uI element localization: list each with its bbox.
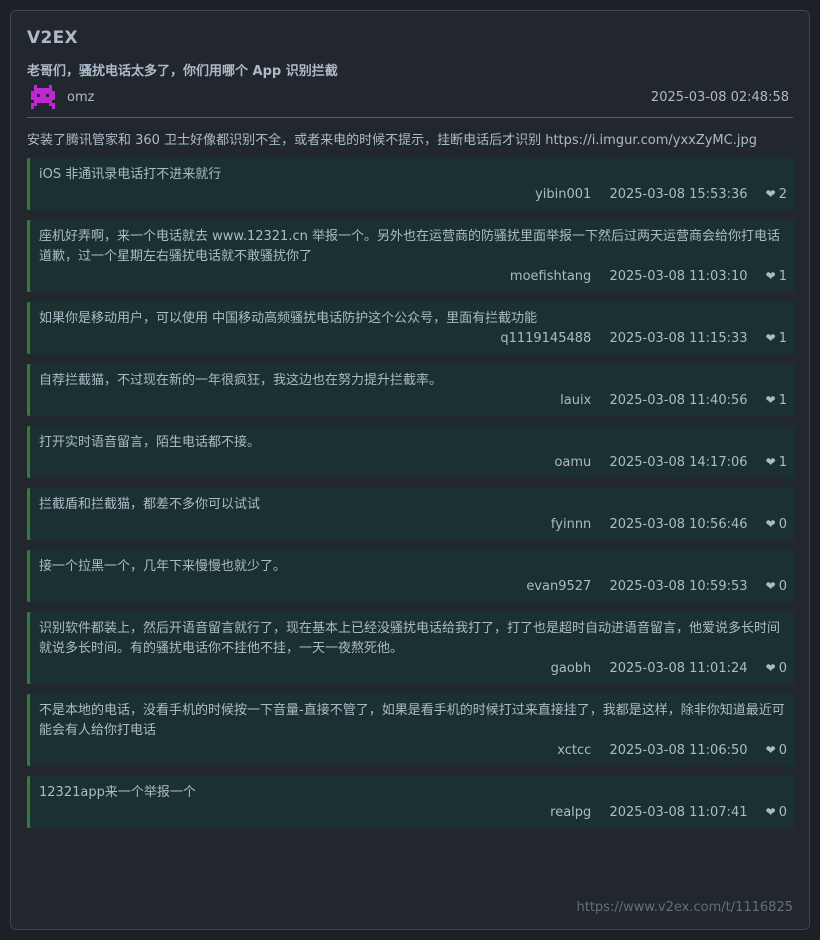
reply-likes[interactable]: ❤ 0 <box>766 577 787 596</box>
reply-time: 2025-03-08 15:53:36 <box>609 187 748 202</box>
reply-item: 不是本地的电话，没看手机的时候按一下音量-直接不管了，如果是看手机的时候打过来直… <box>27 694 795 766</box>
reply-likes[interactable]: ❤ 1 <box>766 267 787 286</box>
reply-likes[interactable]: ❤ 2 <box>766 185 787 204</box>
reply-meta: q1119145488 2025-03-08 11:15:33 ❤ 1 <box>39 329 787 348</box>
heart-icon: ❤ <box>765 455 776 469</box>
heart-icon: ❤ <box>765 743 776 757</box>
reply-time: 2025-03-08 14:17:06 <box>609 455 748 470</box>
reply-content: 识别软件都装上，然后开语音留言就行了，现在基本上已经没骚扰电话给我打了，打了也是… <box>39 621 781 656</box>
like-count: 0 <box>778 661 787 676</box>
like-count: 1 <box>778 393 787 408</box>
reply-meta: yibin001 2025-03-08 15:53:36 ❤ 2 <box>39 185 787 204</box>
reply-item: 自荐拦截猫，不过现在新的一年很疯狂，我这边也在努力提升拦截率。 lauix 20… <box>27 364 795 416</box>
heart-icon: ❤ <box>765 661 776 675</box>
reply-likes[interactable]: ❤ 0 <box>766 803 787 822</box>
reply-item: 识别软件都装上，然后开语音留言就行了，现在基本上已经没骚扰电话给我打了，打了也是… <box>27 612 795 684</box>
topic-author[interactable]: omz <box>67 90 94 105</box>
reply-item: iOS 非通讯录电话打不进来就行 yibin001 2025-03-08 15:… <box>27 158 795 210</box>
heart-icon: ❤ <box>765 517 776 531</box>
reply-time: 2025-03-08 11:03:10 <box>609 269 748 284</box>
like-count: 1 <box>778 269 787 284</box>
reply-meta: fyinnn 2025-03-08 10:56:46 ❤ 0 <box>39 515 787 534</box>
reply-likes[interactable]: ❤ 1 <box>766 453 787 472</box>
reply-list: iOS 非通讯录电话打不进来就行 yibin001 2025-03-08 15:… <box>27 158 795 838</box>
like-count: 1 <box>778 331 787 346</box>
reply-time: 2025-03-08 11:01:24 <box>609 661 748 676</box>
divider <box>27 117 793 118</box>
like-count: 2 <box>778 187 787 202</box>
reply-meta: moefishtang 2025-03-08 11:03:10 ❤ 1 <box>39 267 787 286</box>
reply-meta: evan9527 2025-03-08 10:59:53 ❤ 0 <box>39 577 787 596</box>
reply-content: 座机好弄啊，来一个电话就去 www.12321.cn 举报一个。另外也在运营商的… <box>39 229 780 264</box>
reply-content: 接一个拉黑一个，几年下来慢慢也就少了。 <box>39 559 287 574</box>
reply-likes[interactable]: ❤ 1 <box>766 329 787 348</box>
reply-time: 2025-03-08 11:06:50 <box>609 743 748 758</box>
reply-item: 12321app来一个举报一个 realpg 2025-03-08 11:07:… <box>27 776 795 828</box>
topic-body: 安装了腾讯管家和 360 卫士好像都识别不全，或者来电的时候不提示，挂断电话后才… <box>27 133 757 148</box>
topic-url[interactable]: https://www.v2ex.com/t/1116825 <box>576 900 793 915</box>
reply-content: 不是本地的电话，没看手机的时候按一下音量-直接不管了，如果是看手机的时候打过来直… <box>39 703 785 738</box>
reply-username[interactable]: xctcc <box>557 742 591 760</box>
reply-content: 拦截盾和拦截猫，都差不多你可以试试 <box>39 497 261 512</box>
reply-username[interactable]: q1119145488 <box>500 330 591 348</box>
reply-content: 12321app来一个举报一个 <box>39 785 196 800</box>
heart-icon: ❤ <box>765 187 776 201</box>
reply-item: 座机好弄啊，来一个电话就去 www.12321.cn 举报一个。另外也在运营商的… <box>27 220 795 292</box>
reply-time: 2025-03-08 11:07:41 <box>609 805 748 820</box>
reply-likes[interactable]: ❤ 0 <box>766 741 787 760</box>
heart-icon: ❤ <box>765 331 776 345</box>
reply-username[interactable]: realpg <box>550 804 591 822</box>
reply-likes[interactable]: ❤ 0 <box>766 659 787 678</box>
reply-username[interactable]: fyinnn <box>551 516 591 534</box>
reply-meta: lauix 2025-03-08 11:40:56 ❤ 1 <box>39 391 787 410</box>
like-count: 1 <box>778 455 787 470</box>
heart-icon: ❤ <box>765 393 776 407</box>
like-count: 0 <box>778 517 787 532</box>
reply-meta: realpg 2025-03-08 11:07:41 ❤ 0 <box>39 803 787 822</box>
reply-username[interactable]: evan9527 <box>526 578 591 596</box>
reply-item: 接一个拉黑一个，几年下来慢慢也就少了。 evan9527 2025-03-08 … <box>27 550 795 602</box>
reply-time: 2025-03-08 11:15:33 <box>609 331 748 346</box>
reply-content: 打开实时语音留言，陌生电话都不接。 <box>39 435 261 450</box>
topic-title[interactable]: 老哥们，骚扰电话太多了，你们用哪个 App 识别拦截 <box>27 60 338 79</box>
reply-item: 打开实时语音留言，陌生电话都不接。 oamu 2025-03-08 14:17:… <box>27 426 795 478</box>
reply-username[interactable]: oamu <box>554 454 591 472</box>
reply-meta: xctcc 2025-03-08 11:06:50 ❤ 0 <box>39 741 787 760</box>
reply-username[interactable]: moefishtang <box>510 268 591 286</box>
like-count: 0 <box>778 579 787 594</box>
reply-item: 如果你是移动用户，可以使用 中国移动高频骚扰电话防护这个公众号，里面有拦截功能 … <box>27 302 795 354</box>
topic-time: 2025-03-08 02:48:58 <box>650 90 789 105</box>
reply-likes[interactable]: ❤ 0 <box>766 515 787 534</box>
reply-username[interactable]: gaobh <box>551 660 592 678</box>
reply-meta: gaobh 2025-03-08 11:01:24 ❤ 0 <box>39 659 787 678</box>
reply-likes[interactable]: ❤ 1 <box>766 391 787 410</box>
like-count: 0 <box>778 743 787 758</box>
reply-username[interactable]: yibin001 <box>535 186 591 204</box>
reply-content: 自荐拦截猫，不过现在新的一年很疯狂，我这边也在努力提升拦截率。 <box>39 373 443 388</box>
avatar[interactable] <box>31 85 55 109</box>
reply-item: 拦截盾和拦截猫，都差不多你可以试试 fyinnn 2025-03-08 10:5… <box>27 488 795 540</box>
reply-time: 2025-03-08 11:40:56 <box>609 393 748 408</box>
like-count: 0 <box>778 805 787 820</box>
topic-card: V2EX 老哥们，骚扰电话太多了，你们用哪个 App 识别拦截 omz 2025… <box>10 10 810 930</box>
reply-meta: oamu 2025-03-08 14:17:06 ❤ 1 <box>39 453 787 472</box>
site-logo[interactable]: V2EX <box>27 28 78 48</box>
reply-content: iOS 非通讯录电话打不进来就行 <box>39 167 222 182</box>
reply-username[interactable]: lauix <box>560 392 591 410</box>
reply-time: 2025-03-08 10:56:46 <box>609 517 748 532</box>
heart-icon: ❤ <box>765 269 776 283</box>
reply-content: 如果你是移动用户，可以使用 中国移动高频骚扰电话防护这个公众号，里面有拦截功能 <box>39 311 538 326</box>
heart-icon: ❤ <box>765 805 776 819</box>
heart-icon: ❤ <box>765 579 776 593</box>
reply-time: 2025-03-08 10:59:53 <box>609 579 748 594</box>
